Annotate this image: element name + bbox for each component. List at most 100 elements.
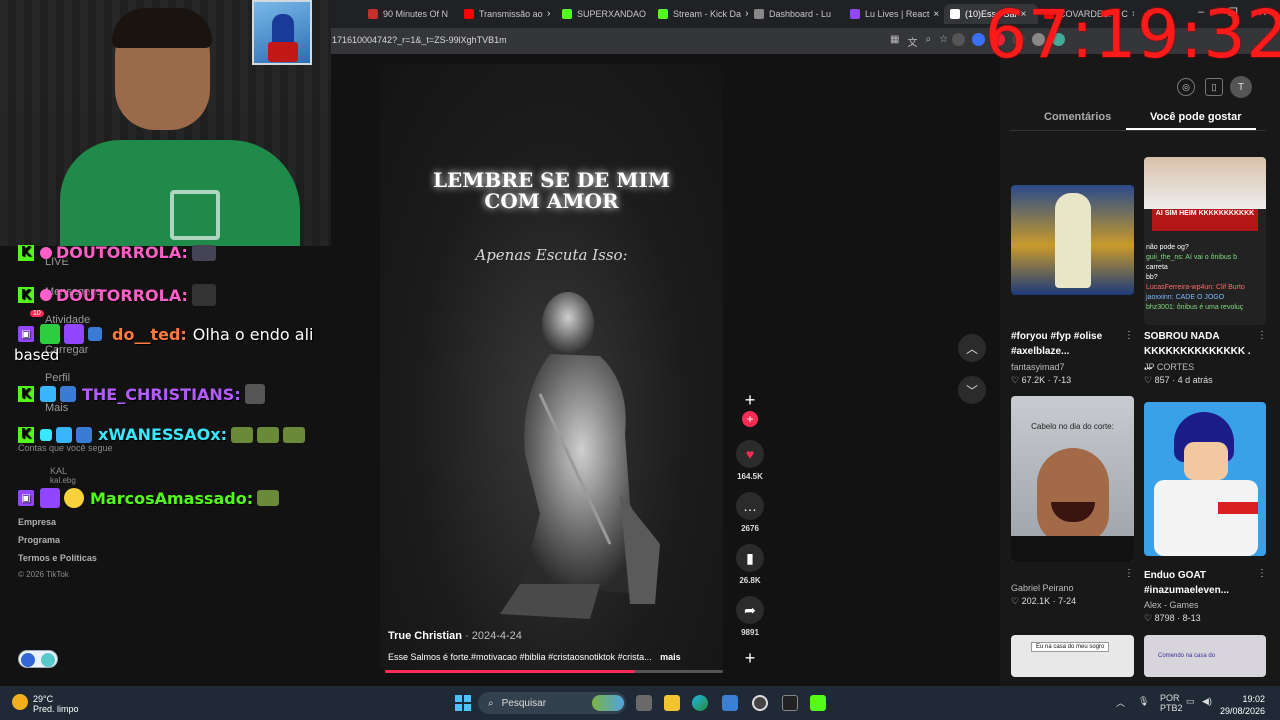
next-video-button[interactable]: ﹀ — [958, 376, 986, 404]
badge-icon — [40, 324, 60, 344]
address-actions: ▦ 文 ⌕ ☆ — [890, 34, 948, 49]
more-options-icon[interactable]: ⋮ — [1124, 330, 1134, 341]
app-icon[interactable] — [722, 695, 738, 711]
language-indicator[interactable]: POR PTB2 — [1160, 693, 1183, 713]
video-overlay-title: LEMBRE SE DE MIM COM AMOR — [432, 168, 670, 213]
copyright: © 2026 TikTok — [18, 570, 69, 579]
comment-button[interactable]: … 2676 — [733, 492, 767, 533]
add-button[interactable]: + — [733, 648, 767, 669]
more-options-icon[interactable]: ⋮ — [1124, 568, 1134, 579]
video-thumbnail[interactable]: Cabelo no dia do corte: — [1011, 396, 1134, 562]
kick-icon — [562, 9, 572, 19]
more-options-icon[interactable]: ⋮ — [1257, 330, 1267, 341]
stream-timer: 67:19:32 — [985, 0, 1280, 73]
windows-start-button[interactable] — [455, 695, 471, 711]
thumbnail-caption: Comendo na casa do — [1158, 653, 1216, 659]
webcam-overlay — [0, 0, 331, 246]
share-button[interactable]: ➦ 9891 — [733, 596, 767, 637]
card-author[interactable]: Gabriel Peirano — [1011, 583, 1074, 593]
video-thumbnail[interactable]: Comendo na casa do — [1144, 635, 1266, 677]
chevron-up-icon[interactable]: ︿ — [1116, 696, 1125, 709]
volume-icon[interactable]: ◀) — [1202, 696, 1212, 707]
previous-video-button[interactable]: ︿ — [958, 334, 986, 362]
weather-icon[interactable] — [12, 694, 28, 710]
badge-icon — [56, 426, 72, 443]
footer-link-company[interactable]: Empresa — [18, 517, 56, 527]
follow-icon: + — [742, 411, 758, 427]
video-progress[interactable] — [385, 670, 723, 673]
card-author[interactable]: JP CORTES — [1144, 362, 1194, 372]
task-view-icon[interactable] — [636, 695, 652, 711]
avatar[interactable]: T — [1230, 76, 1252, 98]
tab-suggestions[interactable]: Você pode gostar — [1150, 111, 1241, 123]
more-link[interactable]: mais — [660, 652, 681, 662]
star-icon[interactable]: ☆ — [939, 34, 948, 49]
badge-icon — [40, 428, 52, 441]
close-icon[interactable]: × — [933, 9, 939, 20]
chevron-up-icon: ︿ — [965, 341, 978, 356]
apps-icon[interactable]: ▦ — [890, 34, 899, 49]
kick-icon: K — [18, 386, 34, 402]
compass-icon[interactable]: ◎ — [1177, 78, 1195, 96]
close-icon[interactable]: × — [745, 9, 748, 20]
thumbnail-chat: não pode og? guii_the_ns: Aí vai o ônibu… — [1146, 244, 1245, 311]
thumbnail-caption: Eu na casa do meu sogro — [1031, 642, 1110, 652]
extension-icon[interactable] — [952, 33, 965, 46]
translate-icon[interactable]: 文 — [907, 34, 917, 49]
app-icon[interactable] — [782, 695, 798, 711]
tabs-divider — [1010, 130, 1266, 131]
taskbar: 29°C Pred. limpo ⌕ Pesquisar ︿ 🎙 POR PTB… — [0, 686, 1280, 720]
tab-label: Dashboard - Lu — [769, 9, 832, 19]
url-field[interactable]: 171610004742?_r=1&_t=ZS-99lXghTVB1m — [332, 35, 507, 45]
obs-icon[interactable] — [752, 695, 768, 711]
save-button[interactable]: ▮ 26.8K — [733, 544, 767, 585]
video-player[interactable]: LEMBRE SE DE MIM COM AMOR Apenas Escuta … — [380, 64, 723, 672]
zoom-icon[interactable]: ⌕ — [925, 34, 931, 49]
close-icon[interactable]: × — [547, 9, 550, 20]
tab-label: Lu Lives | React — [865, 9, 930, 19]
tab-label: Stream - Kick Da — [673, 9, 742, 19]
footer-link-terms[interactable]: Termos e Políticas — [18, 553, 97, 563]
card-stats: ♡ 8798 · 8-13 — [1144, 613, 1201, 623]
network-icon[interactable]: ▭ — [1186, 696, 1195, 707]
card-author[interactable]: Alex - Games — [1144, 600, 1199, 610]
taskbar-search[interactable]: ⌕ Pesquisar — [478, 692, 626, 714]
kick-icon: K — [18, 244, 34, 261]
play-icon — [21, 653, 35, 667]
video-thumbnail[interactable]: AI SIM HEIM KKKKKKKKKKK não pode og? gui… — [1144, 157, 1266, 325]
twitch-icon: ▣ — [18, 326, 34, 342]
microphone-icon[interactable]: 🎙 — [1138, 696, 1149, 707]
card-title[interactable]: Enduo GOAT #inazumaeleven... — [1144, 568, 1254, 598]
tab-5[interactable]: Dashboard - Lu — [754, 4, 840, 24]
follow-button[interactable]: + + — [733, 390, 767, 427]
chat-username: xWANESSAOx: — [98, 425, 227, 444]
tab-3[interactable]: SUPERXANDAO — [562, 4, 648, 24]
weather-widget[interactable]: 29°C Pred. limpo — [33, 694, 79, 714]
save-count: 26.8K — [739, 576, 761, 585]
tab-6[interactable]: Lu Lives | React × — [850, 4, 940, 24]
video-thumbnail[interactable]: Eu na casa do meu sogro — [1011, 635, 1134, 677]
get-app-toggle[interactable] — [18, 650, 58, 668]
thumbnail-caption: Cabelo no dia do corte: — [1031, 422, 1114, 431]
more-options-icon[interactable]: ⋮ — [1257, 568, 1267, 579]
kick-icon[interactable] — [810, 695, 826, 711]
video-thumbnail[interactable] — [1144, 402, 1266, 556]
tab-comments[interactable]: Comentários — [1044, 111, 1111, 123]
tab-2[interactable]: Transmissão ao × — [464, 4, 550, 24]
sidebar-item-profile[interactable]: Perfil — [45, 372, 70, 384]
card-author[interactable]: fantasyimad7 — [1011, 362, 1065, 372]
shield-icon[interactable] — [972, 33, 985, 46]
edge-icon[interactable] — [692, 695, 708, 711]
phone-icon[interactable]: ▯ — [1205, 78, 1223, 96]
video-author[interactable]: True Christian · 2024-4-24 — [388, 630, 522, 642]
system-clock[interactable]: 19:02 29/08/2026 — [1220, 693, 1265, 717]
tab-4[interactable]: Stream - Kick Da × — [658, 4, 748, 24]
tab-1[interactable]: 90 Minutes Of N — [368, 4, 454, 24]
card-title[interactable]: #foryou #fyp #olise #axelblaze... — [1011, 329, 1121, 359]
knight-statue — [500, 292, 660, 619]
footer-link-program[interactable]: Programa — [18, 535, 60, 545]
like-button[interactable]: ♥ 164.5K — [733, 440, 767, 481]
video-thumbnail[interactable] — [1011, 185, 1134, 295]
following-user-name[interactable]: KAL — [50, 466, 67, 476]
file-explorer-icon[interactable] — [664, 695, 680, 711]
